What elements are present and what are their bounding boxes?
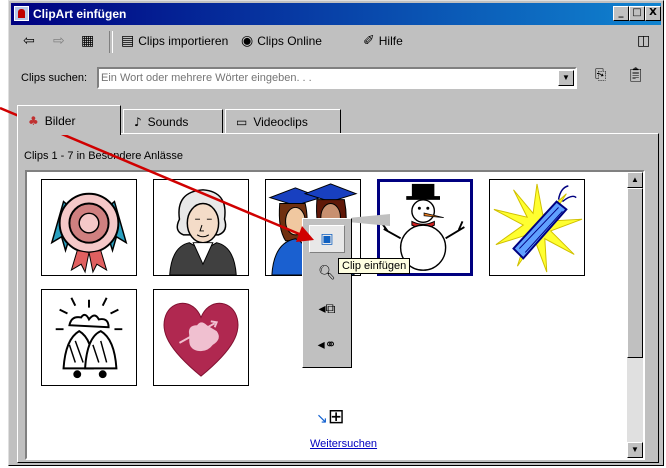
- clip-bells[interactable]: [41, 289, 137, 386]
- window-title: ClipArt einfügen: [33, 7, 127, 21]
- import-clips-icon: ▤: [121, 33, 135, 49]
- minimize-button[interactable]: _: [613, 6, 629, 21]
- dropdown-arrow-icon: ▼: [562, 73, 570, 82]
- insert-clip-tooltip: Clip einfügen: [338, 258, 411, 274]
- tab-label: Videoclips: [253, 115, 308, 129]
- insert-clip-button[interactable]: ▣: [309, 225, 345, 253]
- more-clips-link[interactable]: Weitersuchen: [310, 438, 377, 450]
- add-category-icon: ◂⧉: [318, 301, 336, 317]
- toolbar-separator: [109, 31, 113, 53]
- forward-arrow-icon: ⇨: [53, 33, 65, 49]
- close-button[interactable]: X: [645, 6, 661, 21]
- maximize-button[interactable]: □: [629, 6, 645, 21]
- tab-label: Sounds: [147, 115, 189, 129]
- all-categories-button[interactable]: ▦: [81, 33, 94, 49]
- clip-george-washington[interactable]: [153, 179, 249, 276]
- import-clips-button[interactable]: ▤ Clips importieren: [121, 33, 228, 49]
- grid-icon: ▦: [81, 33, 95, 49]
- insert-clip-icon: ▣: [320, 231, 334, 247]
- add-to-favorites-button[interactable]: ◂⧉: [309, 295, 345, 323]
- search-row: Clips suchen: ▼ ⎘ 📋︎: [11, 61, 661, 91]
- scroll-down-button[interactable]: ▼: [627, 442, 643, 458]
- clipart-app-icon: [14, 6, 29, 21]
- search-field[interactable]: ▼: [97, 67, 577, 89]
- back-arrow-icon: ⇦: [23, 33, 35, 49]
- scroll-up-button[interactable]: ▲: [627, 172, 643, 188]
- video-icon: ▭: [236, 115, 248, 129]
- more-clips-icon[interactable]: ↘⊞: [316, 404, 345, 428]
- tab-videoclips[interactable]: ▭ Videoclips: [225, 109, 341, 134]
- sounds-icon: ♪: [134, 115, 142, 129]
- title-bar[interactable]: ClipArt einfügen _ □ X: [11, 3, 661, 25]
- firecracker-image: [493, 183, 583, 273]
- clips-online-button[interactable]: ◉ Clips Online: [241, 33, 322, 49]
- copy-icon: ⎘: [595, 67, 607, 83]
- forward-button[interactable]: ⇨: [53, 33, 65, 49]
- tab-bilder[interactable]: ♣ Bilder: [17, 105, 121, 135]
- up-arrow-icon: ▲: [631, 175, 639, 184]
- help-label: Hilfe: [378, 34, 403, 48]
- washington-image: [169, 189, 237, 275]
- clip-firecracker[interactable]: [489, 179, 585, 276]
- vertical-scrollbar[interactable]: ▲ ▼: [627, 172, 643, 458]
- paste-icon: 📋︎: [627, 67, 645, 83]
- down-arrow-icon: ▼: [631, 445, 639, 454]
- search-input[interactable]: [99, 69, 553, 87]
- heart-cupid-image: [163, 302, 239, 377]
- search-dropdown-button[interactable]: ▼: [558, 70, 574, 86]
- clip-heart-cupid[interactable]: [153, 289, 249, 386]
- pin-icon: ◫: [637, 33, 651, 49]
- scroll-thumb[interactable]: [627, 188, 643, 358]
- bells-image: [55, 297, 123, 379]
- magnifier-icon: 🔍︎: [318, 265, 336, 281]
- import-clips-label: Clips importieren: [138, 34, 229, 48]
- globe-icon: ◉: [241, 33, 254, 49]
- toolbar: ⇦ ⇨ ▦ ▤ Clips importieren ◉ Clips Online…: [11, 27, 661, 57]
- tab-sounds[interactable]: ♪ Sounds: [123, 109, 223, 134]
- back-button[interactable]: ⇦: [23, 33, 35, 49]
- clips-header: Clips 1 - 7 in Besondere Anlässe: [24, 150, 183, 162]
- pictures-icon: ♣: [28, 113, 39, 128]
- binoculars-icon: ◂⚭: [317, 337, 337, 353]
- clips-online-label: Clips Online: [257, 34, 322, 48]
- tab-label: Bilder: [44, 113, 76, 128]
- search-label: Clips suchen:: [21, 72, 88, 84]
- paste-button[interactable]: 📋︎: [627, 67, 645, 83]
- find-similar-button[interactable]: ◂⚭: [309, 331, 345, 359]
- copy-button[interactable]: ⎘: [595, 67, 606, 83]
- help-icon: ✐: [363, 33, 375, 49]
- mini-window-button[interactable]: ◫: [637, 33, 650, 49]
- help-button[interactable]: ✐ Hilfe: [363, 33, 403, 49]
- ribbon-award-image: [50, 192, 128, 274]
- clip-popup-menu: ▣ 🔍︎ ◂⧉ ◂⚭: [302, 218, 352, 368]
- clip-ribbon-award[interactable]: [41, 179, 137, 276]
